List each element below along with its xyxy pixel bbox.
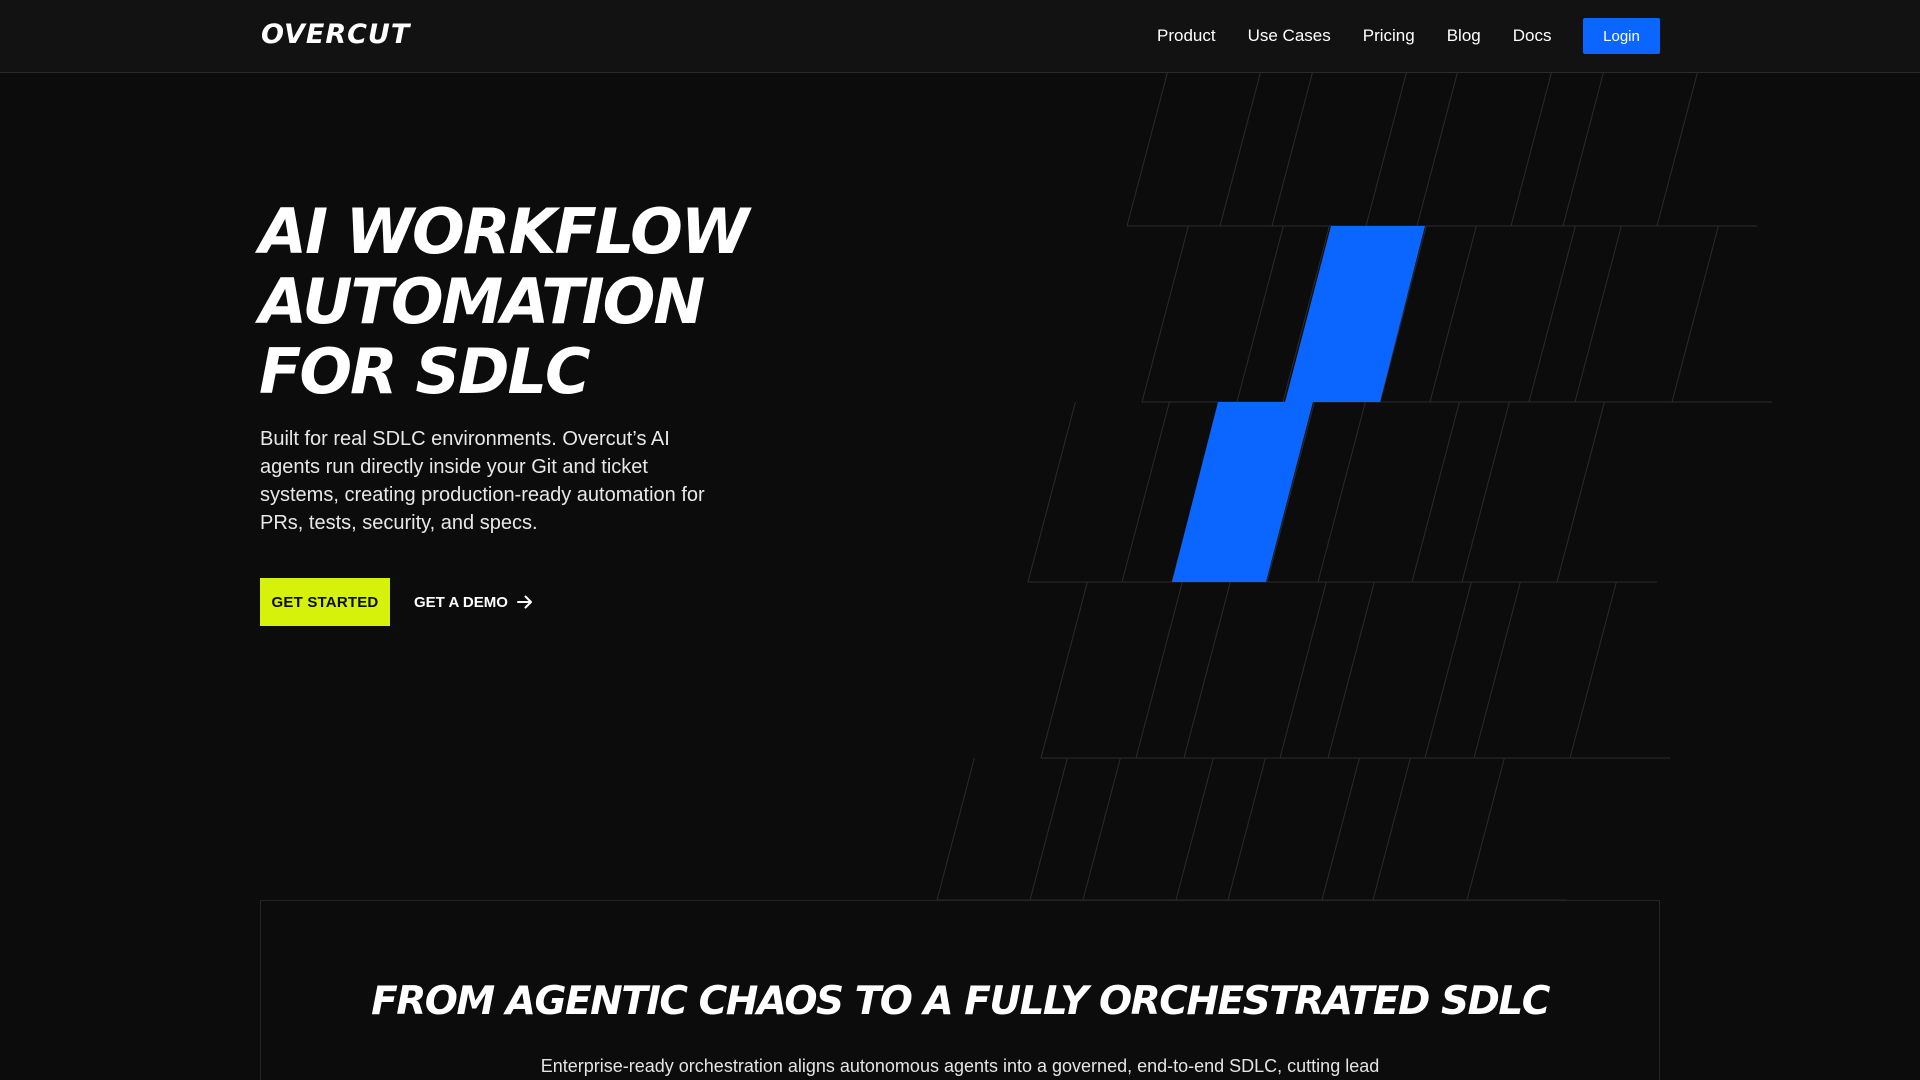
pattern-line-r4-7 — [1466, 757, 1505, 901]
pattern-line-r3-1 — [1135, 581, 1183, 759]
pattern-line-r4-4 — [1227, 757, 1266, 901]
pattern-line-r3-2 — [1183, 581, 1231, 759]
get-a-demo-label: GET A DEMO — [414, 593, 508, 611]
pattern-line-r0-1 — [1219, 72, 1261, 227]
top-navbar: OVERCUT Product Use Cases Pricing Blog D… — [0, 0, 1920, 73]
nav-link-pricing[interactable]: Pricing — [1363, 22, 1415, 50]
blue-block-lower — [1172, 402, 1313, 582]
pattern-line-r1-4 — [1429, 225, 1477, 403]
nav-link-use-cases[interactable]: Use Cases — [1248, 22, 1331, 50]
pattern-line-r0-6 — [1562, 72, 1604, 227]
nav-link-docs[interactable]: Docs — [1513, 22, 1552, 50]
pattern-line-r1-0 — [1141, 225, 1189, 403]
get-started-button[interactable]: GET STARTED — [260, 578, 390, 626]
pattern-line-r3-4 — [1327, 581, 1375, 759]
section-title: FROM AGENTIC CHAOS TO A FULLY ORCHESTRAT… — [371, 979, 1550, 1024]
pattern-line-r0-3 — [1365, 72, 1407, 227]
nav-link-product[interactable]: Product — [1157, 22, 1216, 50]
pattern-line-r2-0 — [1027, 401, 1076, 583]
pattern-line-r4-2 — [1082, 757, 1121, 901]
pattern-line-r2-4 — [1317, 401, 1366, 583]
pattern-line-r2-5 — [1411, 401, 1460, 583]
pattern-line-r3-0 — [1040, 581, 1088, 759]
get-a-demo-button[interactable]: GET A DEMO — [414, 578, 534, 626]
hero-description: Built for real SDLC environments. Overcu… — [260, 428, 705, 534]
pattern-line-r2-6 — [1461, 401, 1510, 583]
pattern-line-r1-5 — [1528, 225, 1576, 403]
pattern-line-r2-7 — [1556, 401, 1605, 583]
pattern-line-r1-1 — [1236, 225, 1284, 403]
orchestration-section: FROM AGENTIC CHAOS TO A FULLY ORCHESTRAT… — [260, 900, 1660, 1080]
nav-link-blog[interactable]: Blog — [1447, 22, 1481, 50]
arrow-right-icon — [516, 595, 532, 609]
pattern-line-r3-5 — [1424, 581, 1472, 759]
pattern-line-r4-1 — [1029, 757, 1068, 901]
hero-title-line-3: FOR SDLC — [259, 335, 591, 408]
login-button[interactable]: Login — [1583, 18, 1660, 54]
pattern-line-r0-5 — [1510, 72, 1552, 227]
pattern-line-r0-7 — [1656, 72, 1698, 227]
pattern-line-r4-6 — [1372, 757, 1411, 901]
pattern-line-r1-7 — [1671, 225, 1719, 403]
nav-links: Product Use Cases Pricing Blog Docs — [1157, 22, 1551, 50]
section-subtitle: Enterprise-ready orchestration aligns au… — [540, 1056, 1380, 1076]
pattern-line-r0-4 — [1416, 72, 1458, 227]
pattern-line-r2-1 — [1121, 401, 1170, 583]
pattern-line-r4-0 — [936, 757, 975, 901]
pattern-line-r0-0 — [1126, 72, 1168, 227]
pattern-line-r3-7 — [1569, 581, 1617, 759]
pattern-line-r0-2 — [1271, 72, 1313, 227]
hero-title-line-1: AI WORKFLOW — [259, 195, 749, 268]
pattern-line-r4-5 — [1321, 757, 1360, 901]
pattern-line-r3-3 — [1279, 581, 1327, 759]
hero-title-line-2: AUTOMATION — [259, 265, 705, 338]
overcut-logo[interactable]: OVERCUT — [261, 19, 410, 50]
pattern-line-r3-6 — [1473, 581, 1521, 759]
pattern-line-r1-6 — [1574, 225, 1622, 403]
hero-title: AI WORKFLOW AUTOMATION FOR SDLC — [259, 197, 879, 407]
pattern-line-r4-3 — [1175, 757, 1214, 901]
